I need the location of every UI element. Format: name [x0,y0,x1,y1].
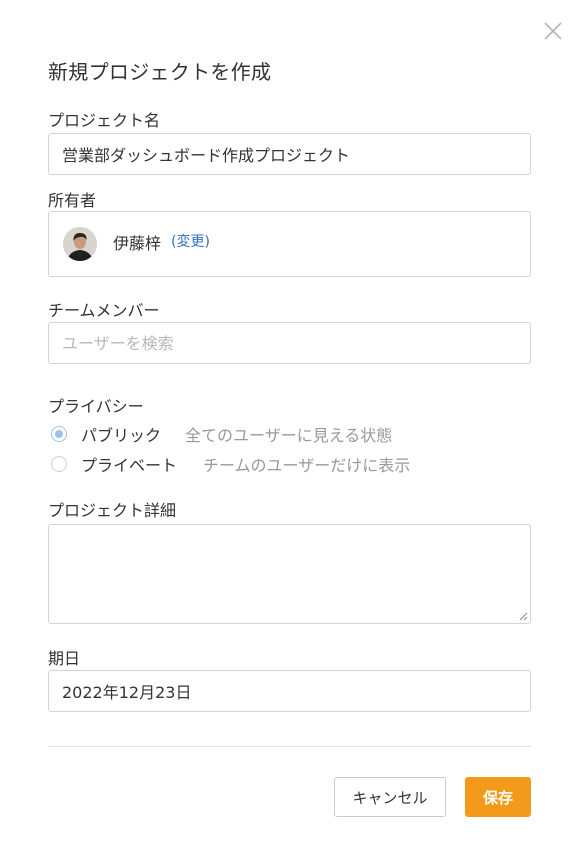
privacy-label: プライバシー [48,397,144,416]
privacy-option-private[interactable]: プライベート チームのユーザーだけに表示 [51,453,410,475]
team-members-label: チームメンバー [48,301,160,320]
public-option-description: 全てのユーザーに見える状態 [185,426,393,445]
private-radio[interactable] [51,456,67,472]
due-date-input[interactable] [48,670,531,712]
owner-field: 伊藤梓 (変更) [48,211,531,277]
close-icon[interactable] [542,20,564,42]
team-member-search-input[interactable] [48,322,531,364]
private-option-description: チームのユーザーだけに表示 [203,456,411,475]
owner-change-link[interactable]: (変更) [171,231,210,251]
divider [48,746,531,747]
project-name-input[interactable] [48,133,531,175]
public-radio[interactable] [51,426,67,442]
project-details-textarea[interactable] [48,524,531,624]
resize-handle-icon[interactable] [518,611,528,621]
project-name-label: プロジェクト名 [48,111,161,130]
due-date-label: 期日 [48,649,81,668]
privacy-option-public[interactable]: パブリック 全てのユーザーに見える状態 [51,423,392,445]
create-project-dialog: 新規プロジェクトを作成 プロジェクト名 所有者 伊藤梓 (変更) チームメンバー… [0,0,576,860]
project-details-label: プロジェクト詳細 [48,501,177,520]
save-button[interactable]: 保存 [465,777,531,817]
avatar [63,227,97,261]
private-option-label: プライベート [81,456,178,475]
owner-name: 伊藤梓 [113,234,162,253]
owner-label: 所有者 [48,191,97,210]
dialog-title: 新規プロジェクトを作成 [48,60,272,84]
public-option-label: パブリック [81,426,162,445]
cancel-button[interactable]: キャンセル [334,777,446,817]
